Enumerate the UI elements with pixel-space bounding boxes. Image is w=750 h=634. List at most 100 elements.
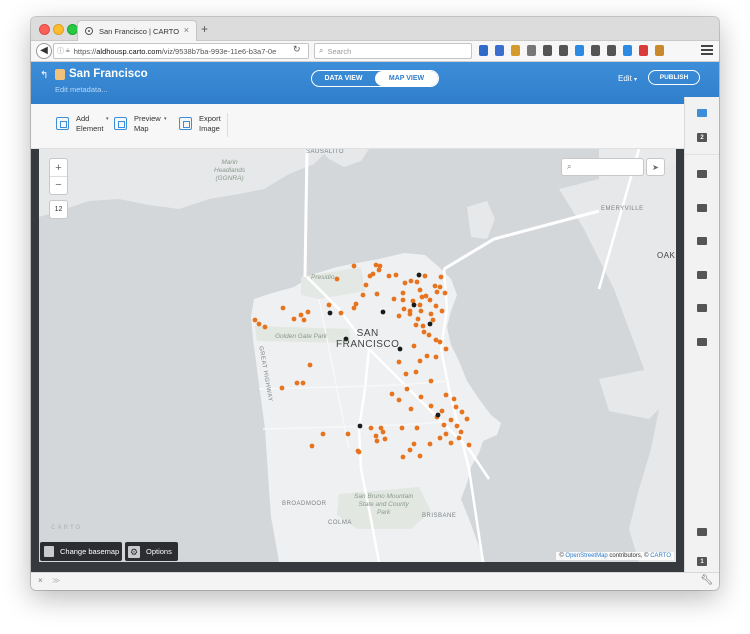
map-point-orange[interactable] xyxy=(400,297,406,303)
map-point-orange[interactable] xyxy=(437,339,443,345)
map-point-orange[interactable] xyxy=(441,422,447,428)
map-point-orange[interactable] xyxy=(382,436,388,442)
map-point-orange[interactable] xyxy=(410,298,416,304)
map-point-orange[interactable] xyxy=(300,380,306,386)
edit-metadata-link[interactable]: Edit metadata... xyxy=(55,85,108,94)
options-button[interactable]: ⚙ Options xyxy=(125,542,178,561)
map-point-orange[interactable] xyxy=(391,296,397,302)
reload-icon[interactable]: ↻ xyxy=(293,44,301,55)
map-title[interactable]: San Francisco xyxy=(69,68,148,80)
map-point-orange[interactable] xyxy=(334,276,340,282)
map-canvas[interactable]: SAUSALITO Marin Headlands (GGNRA) Presid… xyxy=(39,149,676,562)
map-point-orange[interactable] xyxy=(443,346,449,352)
map-point-orange[interactable] xyxy=(262,324,268,330)
export-image-button[interactable]: Export Image xyxy=(179,114,227,133)
zoom-out-button[interactable]: − xyxy=(50,176,67,193)
map-point-orange[interactable] xyxy=(403,371,409,377)
map-point-orange[interactable] xyxy=(439,308,445,314)
map-point-orange[interactable] xyxy=(459,409,465,415)
map-point-orange[interactable] xyxy=(433,354,439,360)
map-point-orange[interactable] xyxy=(414,425,420,431)
bottom-count-badge[interactable]: 1 xyxy=(697,557,707,566)
browser-extension-icon[interactable] xyxy=(559,45,568,56)
browser-extension-icon[interactable] xyxy=(607,45,616,56)
map-point-orange[interactable] xyxy=(301,317,307,323)
add-element-button[interactable]: Add Element ▾ xyxy=(56,114,109,133)
map-point-orange[interactable] xyxy=(407,308,413,314)
url-bar[interactable]: ⓘ 🔒︎ https://aldhousp.carto.com/viz/9538… xyxy=(53,43,309,59)
map-point-orange[interactable] xyxy=(360,292,366,298)
map-point-orange[interactable] xyxy=(368,425,374,431)
legend-icon[interactable] xyxy=(697,304,707,312)
browser-extension-icon[interactable] xyxy=(511,45,520,56)
browser-extension-icon[interactable] xyxy=(655,45,664,56)
map-point-orange[interactable] xyxy=(413,369,419,375)
close-window-button[interactable] xyxy=(39,24,50,35)
map-point-orange[interactable] xyxy=(374,438,380,444)
map-point-orange[interactable] xyxy=(399,425,405,431)
map-point-orange[interactable] xyxy=(407,447,413,453)
layer-count-badge[interactable]: 2 xyxy=(697,133,707,142)
map-point-orange[interactable] xyxy=(279,385,285,391)
privacy-lock-icon[interactable] xyxy=(55,69,65,80)
publish-button[interactable]: PUBLISH xyxy=(648,70,700,85)
map-point-orange[interactable] xyxy=(307,362,313,368)
back-to-dashboard-icon[interactable]: ↰ xyxy=(40,70,48,81)
map-point-orange[interactable] xyxy=(456,435,462,441)
map-point-black[interactable] xyxy=(380,309,386,315)
map-point-orange[interactable] xyxy=(427,441,433,447)
menu-icon[interactable] xyxy=(701,45,713,55)
map-point-orange[interactable] xyxy=(408,406,414,412)
map-point-orange[interactable] xyxy=(356,449,362,455)
map-point-orange[interactable] xyxy=(386,273,392,279)
map-point-orange[interactable] xyxy=(438,274,444,280)
map-point-black[interactable] xyxy=(411,302,417,308)
infowindow-icon[interactable] xyxy=(697,237,707,245)
browser-extension-icon[interactable] xyxy=(639,45,648,56)
browser-extension-icon[interactable] xyxy=(623,45,632,56)
browser-extension-icon[interactable] xyxy=(591,45,600,56)
map-point-orange[interactable] xyxy=(418,394,424,400)
map-point-black[interactable] xyxy=(416,272,422,278)
preview-map-button[interactable]: Preview Map ▾ xyxy=(114,114,167,133)
edit-dropdown[interactable]: Edit ▾ xyxy=(618,74,637,83)
widgets-icon[interactable] xyxy=(697,338,707,346)
map-point-orange[interactable] xyxy=(417,358,423,364)
map-point-orange[interactable] xyxy=(426,332,432,338)
map-point-orange[interactable] xyxy=(351,305,357,311)
map-point-orange[interactable] xyxy=(454,423,460,429)
browser-extension-icon[interactable] xyxy=(543,45,552,56)
map-point-orange[interactable] xyxy=(443,431,449,437)
map-point-orange[interactable] xyxy=(351,263,357,269)
map-search-input[interactable]: ⌕ xyxy=(562,159,643,175)
map-point-orange[interactable] xyxy=(252,317,258,323)
map-point-orange[interactable] xyxy=(305,309,311,315)
browser-tab[interactable]: San Francisco | CARTO × xyxy=(77,20,197,41)
map-point-orange[interactable] xyxy=(428,378,434,384)
map-point-orange[interactable] xyxy=(448,417,454,423)
map-point-orange[interactable] xyxy=(402,280,408,286)
map-point-orange[interactable] xyxy=(443,392,449,398)
map-point-orange[interactable] xyxy=(389,391,395,397)
map-point-orange[interactable] xyxy=(280,305,286,311)
map-point-orange[interactable] xyxy=(422,273,428,279)
map-point-orange[interactable] xyxy=(458,429,464,435)
map-point-black[interactable] xyxy=(427,321,433,327)
map-point-orange[interactable] xyxy=(376,267,382,273)
data-view-tab[interactable]: DATA VIEW xyxy=(312,71,375,86)
map-point-orange[interactable] xyxy=(373,433,379,439)
map-point-black[interactable] xyxy=(435,412,441,418)
map-point-orange[interactable] xyxy=(294,380,300,386)
info-icon[interactable]: ⓘ xyxy=(57,46,64,56)
map-point-orange[interactable] xyxy=(437,284,443,290)
new-tab-button[interactable]: + xyxy=(201,22,208,36)
map-point-orange[interactable] xyxy=(374,291,380,297)
map-point-orange[interactable] xyxy=(417,453,423,459)
map-point-orange[interactable] xyxy=(439,408,445,414)
close-console-icon[interactable]: × xyxy=(38,576,43,585)
map-point-orange[interactable] xyxy=(326,302,332,308)
map-point-orange[interactable] xyxy=(420,323,426,329)
change-basemap-button[interactable]: Change basemap xyxy=(40,542,122,561)
map-point-orange[interactable] xyxy=(430,317,436,323)
map-point-orange[interactable] xyxy=(437,435,443,441)
